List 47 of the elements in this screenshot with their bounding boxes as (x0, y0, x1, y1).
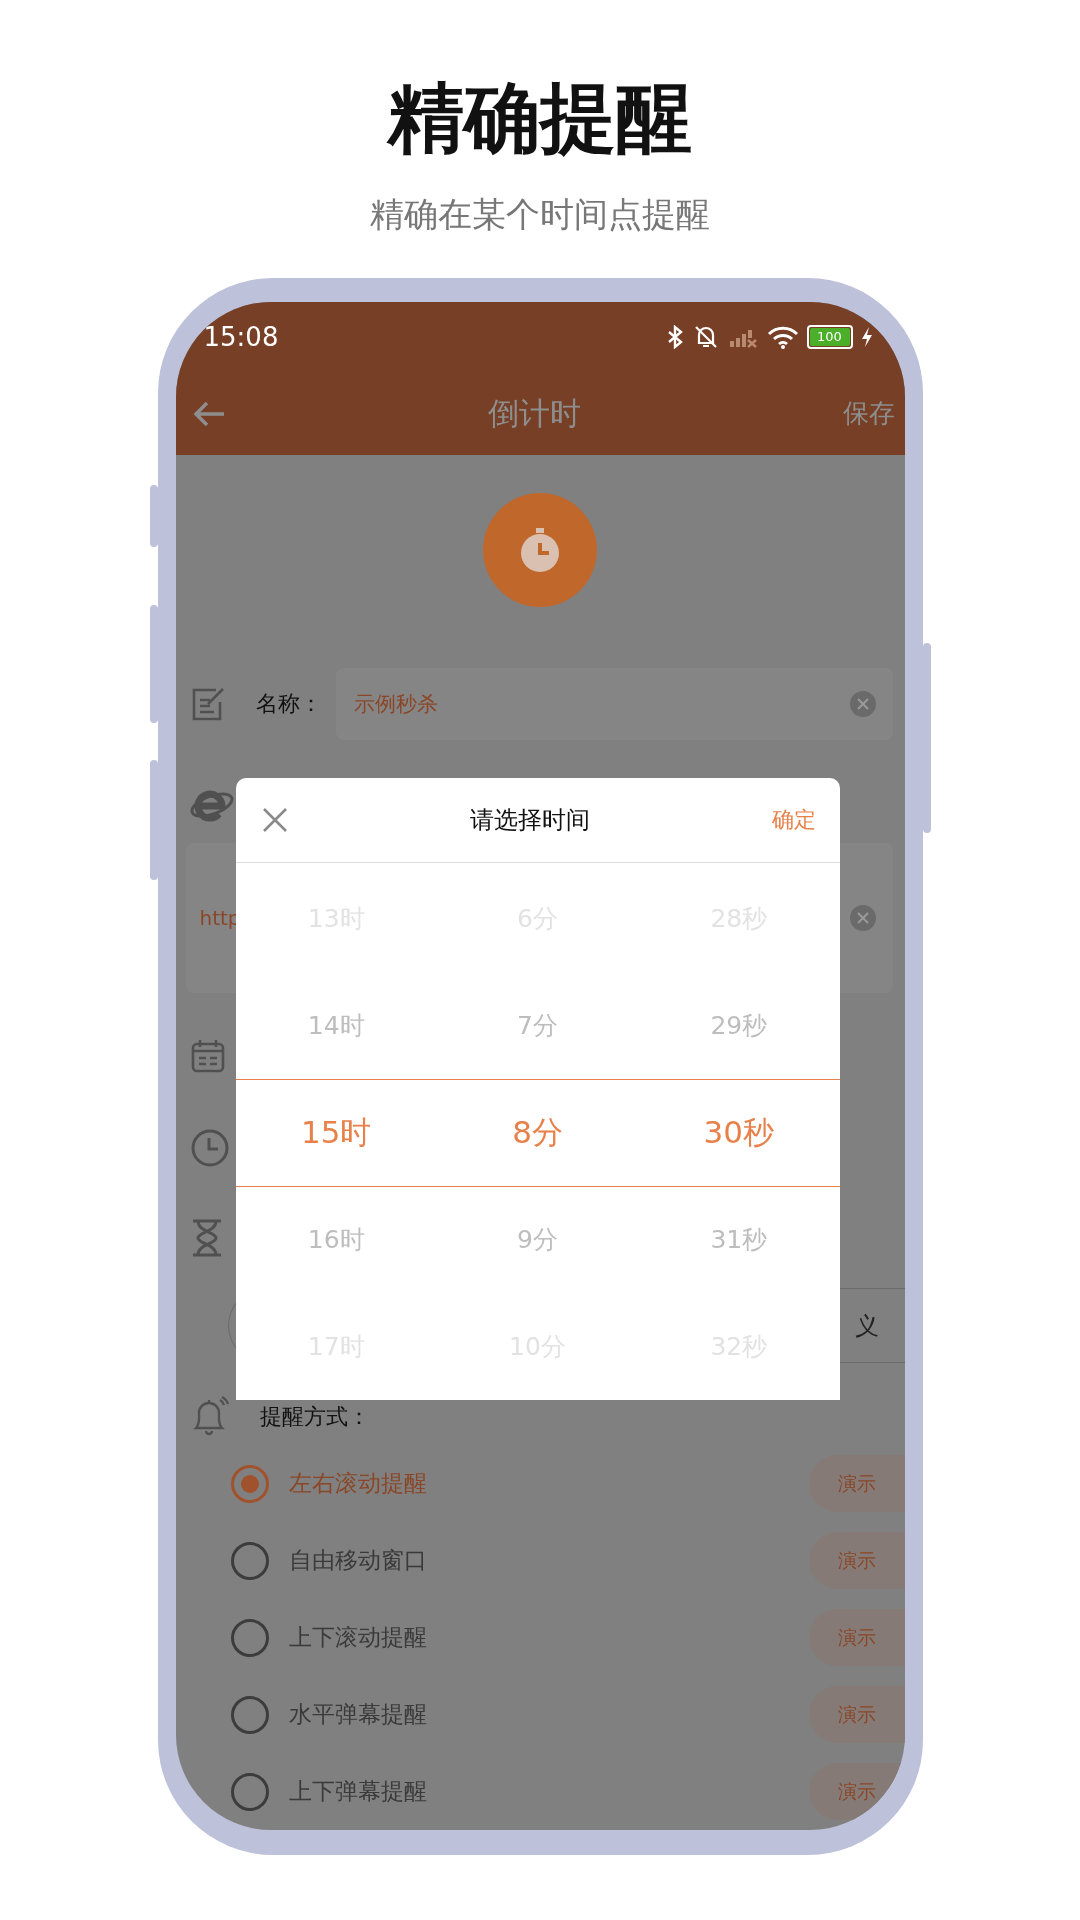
picker-item[interactable]: 8分 (512, 1111, 563, 1154)
demo-button[interactable]: 演示 (808, 1686, 905, 1743)
confirm-button[interactable]: 确定 (771, 805, 816, 835)
side-button[interactable] (149, 485, 158, 547)
demo-button[interactable]: 演示 (808, 1532, 905, 1589)
radio-button[interactable] (230, 1464, 269, 1503)
close-icon[interactable] (261, 807, 288, 833)
demo-button[interactable]: 演示 (808, 1455, 905, 1512)
side-button[interactable] (922, 643, 931, 833)
save-button[interactable]: 保存 (842, 396, 895, 431)
picker-item[interactable]: 31秒 (710, 1223, 768, 1256)
charging-icon (860, 326, 873, 348)
clear-icon[interactable] (848, 904, 877, 932)
promo-subtitle: 精确在某个时间点提醒 (370, 193, 710, 236)
promo-title: 精确提醒 (388, 72, 692, 164)
calendar-icon (189, 1038, 226, 1074)
status-time: 15:08 (203, 322, 279, 352)
radio-button[interactable] (230, 1695, 269, 1734)
name-label: 名称： (255, 690, 322, 718)
dialog-title: 请选择时间 (469, 805, 590, 836)
picker-item[interactable]: 7分 (517, 1009, 558, 1042)
clock-icon (189, 1128, 230, 1168)
picker-item[interactable]: 29秒 (710, 1009, 768, 1042)
option-label[interactable]: 水平弹幕提醒 (288, 1699, 809, 1730)
option-label[interactable]: 上下滚动提醒 (288, 1622, 809, 1653)
battery-icon: 100 (806, 325, 853, 349)
bluetooth-icon (666, 325, 683, 349)
option-label[interactable]: 上下弹幕提醒 (288, 1776, 809, 1807)
side-button[interactable] (149, 760, 158, 880)
picker-item[interactable]: 14时 (307, 1009, 365, 1042)
side-button[interactable] (149, 605, 158, 723)
picker-item[interactable]: 30秒 (703, 1111, 775, 1154)
screen-title: 倒计时 (487, 393, 581, 433)
radio-button[interactable] (230, 1772, 269, 1811)
back-arrow-icon[interactable] (191, 399, 226, 428)
option-label[interactable]: 左右滚动提醒 (288, 1468, 809, 1499)
picker-item[interactable]: 16时 (307, 1223, 365, 1256)
wifi-icon (766, 325, 799, 349)
clear-icon[interactable] (848, 690, 877, 718)
radio-button[interactable] (230, 1618, 269, 1657)
reminder-label: 提醒方式： (259, 1403, 370, 1431)
radio-button[interactable] (230, 1541, 269, 1580)
picker-item[interactable]: 15时 (300, 1111, 372, 1154)
name-field[interactable]: 示例秒杀 (335, 668, 893, 740)
option-label[interactable]: 自由移动窗口 (288, 1545, 809, 1576)
picker-item[interactable]: 9分 (517, 1223, 558, 1256)
demo-button[interactable]: 演示 (808, 1609, 905, 1666)
